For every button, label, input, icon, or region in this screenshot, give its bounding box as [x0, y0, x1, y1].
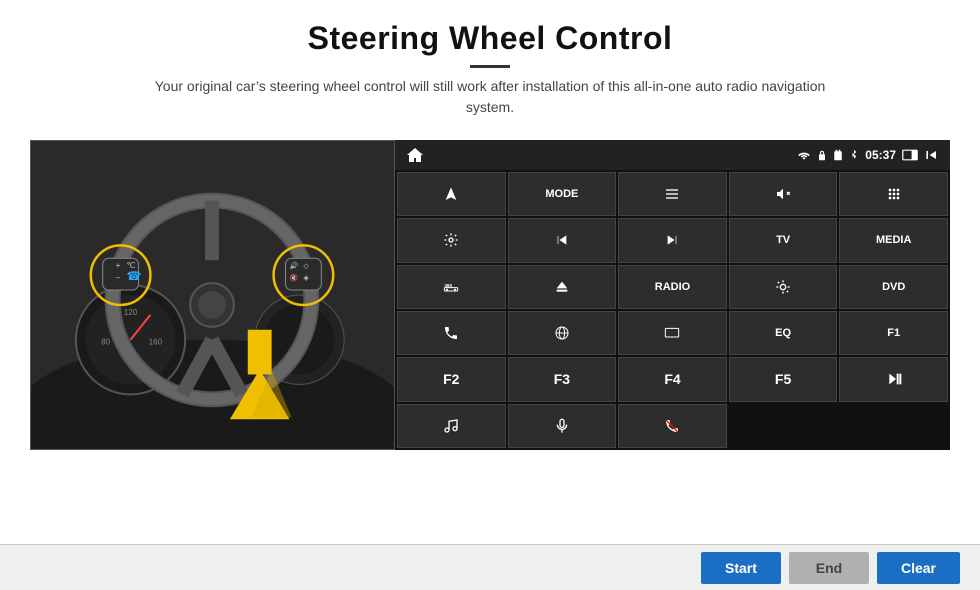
- head-unit: 05:37: [395, 140, 950, 450]
- svg-text:☎: ☎: [127, 269, 142, 283]
- clear-button[interactable]: Clear: [877, 552, 960, 584]
- title-section: Steering Wheel Control Your original car…: [140, 20, 840, 132]
- home-icon[interactable]: [405, 146, 425, 164]
- btn-360[interactable]: 360: [397, 265, 506, 309]
- svg-text:160: 160: [149, 338, 163, 347]
- btn-music[interactable]: [397, 404, 506, 448]
- status-bar-left: [405, 146, 425, 164]
- btn-globe[interactable]: [508, 311, 617, 355]
- button-grid: MODE: [395, 170, 950, 450]
- btn-settings[interactable]: [397, 218, 506, 262]
- btn-mode[interactable]: MODE: [508, 172, 617, 216]
- btn-apps[interactable]: [839, 172, 948, 216]
- btn-nav[interactable]: [397, 172, 506, 216]
- btn-playpause[interactable]: [839, 357, 948, 401]
- window-icon[interactable]: [902, 149, 918, 161]
- start-button[interactable]: Start: [701, 552, 781, 584]
- btn-eq[interactable]: EQ: [729, 311, 838, 355]
- sd-icon: [833, 149, 843, 161]
- btn-mute[interactable]: [729, 172, 838, 216]
- svg-text:120: 120: [124, 308, 138, 317]
- bluetooth-icon: [849, 149, 859, 161]
- lock-icon: [817, 149, 827, 161]
- btn-hangup[interactable]: [618, 404, 727, 448]
- status-time: 05:37: [865, 148, 896, 162]
- page-container: Steering Wheel Control Your original car…: [0, 0, 980, 544]
- btn-menu[interactable]: [618, 172, 727, 216]
- svg-text:◈: ◈: [303, 275, 309, 282]
- btn-tv[interactable]: TV: [729, 218, 838, 262]
- title-divider: [470, 65, 510, 68]
- btn-media[interactable]: MEDIA: [839, 218, 948, 262]
- svg-text:🔊: 🔊: [289, 261, 298, 270]
- btn-radio[interactable]: RADIO: [618, 265, 727, 309]
- btn-dvd[interactable]: DVD: [839, 265, 948, 309]
- btn-f5[interactable]: F5: [729, 357, 838, 401]
- svg-text:🔇: 🔇: [289, 273, 298, 282]
- status-bar: 05:37: [395, 140, 950, 170]
- end-button[interactable]: End: [789, 552, 869, 584]
- btn-next[interactable]: [618, 218, 727, 262]
- back-icon[interactable]: [924, 148, 940, 162]
- page-title: Steering Wheel Control: [140, 20, 840, 57]
- svg-text:◇: ◇: [303, 263, 309, 270]
- subtitle: Your original car’s steering wheel contr…: [140, 76, 840, 118]
- wifi-icon: [797, 149, 811, 161]
- btn-f4[interactable]: F4: [618, 357, 727, 401]
- btn-f3[interactable]: F3: [508, 357, 617, 401]
- content-row: 120 160 80: [30, 140, 950, 470]
- btn-phone[interactable]: [397, 311, 506, 355]
- svg-text:80: 80: [101, 338, 110, 347]
- steering-wheel-image: 120 160 80: [30, 140, 395, 450]
- btn-f1[interactable]: F1: [839, 311, 948, 355]
- btn-prev[interactable]: [508, 218, 617, 262]
- btn-screen[interactable]: [618, 311, 727, 355]
- btn-eject[interactable]: [508, 265, 617, 309]
- bottom-controls: Start End Clear: [0, 544, 980, 590]
- svg-text:–: –: [116, 273, 121, 282]
- status-bar-right: 05:37: [797, 148, 940, 162]
- btn-mic[interactable]: [508, 404, 617, 448]
- btn-f2[interactable]: F2: [397, 357, 506, 401]
- btn-brightness[interactable]: [729, 265, 838, 309]
- svg-text:+: +: [116, 261, 121, 270]
